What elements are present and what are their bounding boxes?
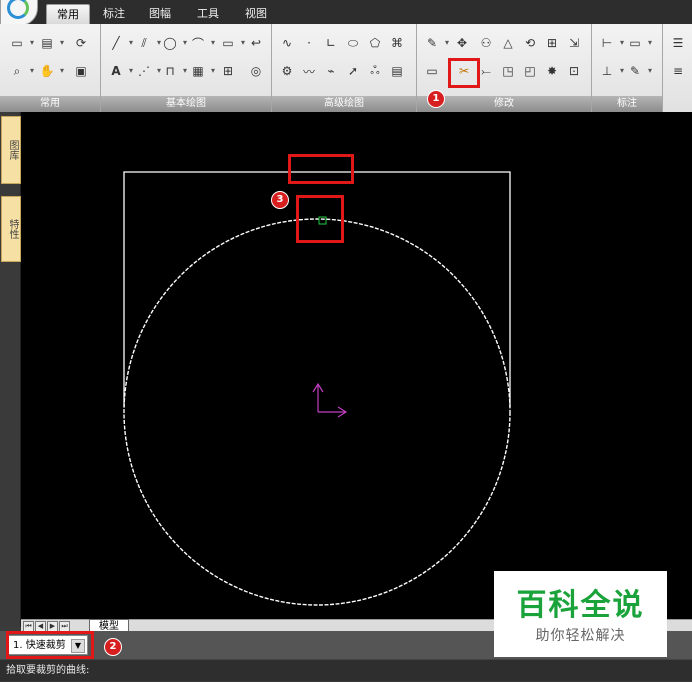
app-logo[interactable]: [0, 0, 38, 26]
block-icon[interactable]: ⊞: [219, 62, 237, 80]
new-file-icon[interactable]: ▭: [8, 34, 34, 52]
copy-icon[interactable]: ⚇: [477, 34, 495, 52]
dim-edit-icon[interactable]: ✎: [626, 62, 652, 80]
side-tab-properties[interactable]: 特性: [1, 196, 21, 262]
mirror-icon[interactable]: △: [499, 34, 517, 52]
fillet-icon[interactable]: ◳: [499, 62, 517, 80]
panel-basic-draw: ╱ ⫽ ◯ ⌒ ▭ ↩ A ⋰ ⊓ ▦ ⊞ ◎ 基本绘图: [101, 24, 272, 112]
logo-ring-icon: [7, 0, 29, 19]
watermark-title: 百科全说: [516, 588, 645, 623]
annotation-badge-2: 2: [104, 638, 122, 656]
refresh-icon[interactable]: ⟳: [72, 34, 90, 52]
chamfer-icon[interactable]: ◰: [521, 62, 539, 80]
scale-icon[interactable]: ⇲: [565, 34, 583, 52]
explode-icon[interactable]: ✸: [543, 62, 561, 80]
bolt-icon[interactable]: ⌘: [388, 34, 406, 52]
open-file-icon[interactable]: ▤: [38, 34, 64, 52]
ellipse-icon[interactable]: ◎: [247, 62, 265, 80]
hatch-icon[interactable]: ▦: [189, 62, 215, 80]
stretch-icon[interactable]: ⊡: [565, 62, 583, 80]
arc-icon[interactable]: ⌒: [189, 34, 215, 52]
edit-icon[interactable]: ▭: [423, 62, 441, 80]
annotation-badge-3: 3: [271, 191, 289, 209]
spline-icon[interactable]: ∿: [278, 34, 296, 52]
circle-outline[interactable]: [123, 218, 511, 606]
arrow-icon[interactable]: ➚: [344, 62, 362, 80]
dimension-icon[interactable]: ⊢: [598, 34, 624, 52]
tab-view[interactable]: 视图: [240, 4, 272, 24]
panel-label-basic-draw: 基本绘图: [101, 96, 271, 112]
line-icon[interactable]: ╱: [107, 34, 133, 52]
panel-common: ▭ ▤ ⟳ ⌕ ✋ ▣ 常用: [0, 24, 101, 112]
pan-icon[interactable]: ✋: [38, 62, 64, 80]
break-line-icon[interactable]: ⌁: [322, 62, 340, 80]
linetype-icon[interactable]: ≡: [669, 62, 687, 80]
point-icon[interactable]: ·: [300, 34, 318, 52]
text-icon[interactable]: A: [107, 62, 133, 80]
equidistant-icon[interactable]: ⊓: [161, 62, 187, 80]
panel-properties: ☰ ≡: [663, 24, 692, 112]
move-icon[interactable]: ✥: [453, 34, 471, 52]
oval-hole-icon[interactable]: ⬭: [344, 34, 362, 52]
zoom-icon[interactable]: ⌕: [8, 62, 34, 80]
array-icon[interactable]: ⊞: [543, 34, 561, 52]
status-bar: 拾取要裁剪的曲线:: [0, 659, 692, 681]
side-tab-library[interactable]: 图库: [1, 116, 21, 184]
panel-advanced-draw: ∿ · ∟ ⬭ ⬠ ⌘ ⚙ 〰 ⌁ ➚ ஃ ▤ 高级绘图: [272, 24, 417, 112]
tab-common[interactable]: 常用: [46, 4, 90, 25]
corner-icon[interactable]: ∟: [322, 34, 340, 52]
panel-dimension: ⊢ ▭ ⊥ ✎ 标注: [592, 24, 663, 112]
parallel-line-icon[interactable]: ⫽: [135, 34, 161, 52]
highlight-trim-tool: [448, 58, 480, 88]
watermark: 百科全说 助你轻松解决: [494, 571, 667, 657]
highlight-command-option: [6, 631, 94, 659]
spring-icon[interactable]: ஃ: [366, 62, 384, 80]
drawing-svg: [123, 171, 511, 606]
wave-line-icon[interactable]: 〰: [300, 62, 318, 80]
dim-style-icon[interactable]: ▭: [626, 34, 652, 52]
ucs-axis-icon: [312, 382, 348, 418]
layer-icon[interactable]: ☰: [669, 34, 687, 52]
coordinate-dim-icon[interactable]: ⊥: [598, 62, 624, 80]
rotate-icon[interactable]: ⟲: [521, 34, 539, 52]
annotation-badge-1: 1: [427, 90, 445, 108]
panel-label-advanced-draw: 高级绘图: [272, 96, 416, 112]
watermark-subtitle: 助你轻松解决: [535, 628, 626, 644]
rectangle-icon[interactable]: ▭: [219, 34, 245, 52]
panel-label-dimension: 标注: [592, 96, 662, 112]
status-prompt: 拾取要裁剪的曲线:: [6, 665, 90, 676]
centerline-icon[interactable]: ⋰: [135, 62, 161, 80]
polygon-icon[interactable]: ⬠: [366, 34, 384, 52]
tab-frame[interactable]: 图幅: [144, 4, 176, 24]
table-icon[interactable]: ▤: [388, 62, 406, 80]
drawing-canvas[interactable]: [21, 112, 692, 619]
circle-icon[interactable]: ◯: [161, 34, 187, 52]
highlight-pick-point: [296, 195, 344, 243]
menu-bar: 常用 标注 图幅 工具 视图: [0, 0, 692, 26]
polyline-icon[interactable]: ↩: [247, 34, 265, 52]
gear-icon[interactable]: ⚙: [278, 62, 296, 80]
ribbon: ▭ ▤ ⟳ ⌕ ✋ ▣ 常用 ╱ ⫽ ◯ ⌒ ▭ ↩ A ⋰ ⊓ ▦ ⊞ ◎ 基…: [0, 24, 692, 113]
tab-tools[interactable]: 工具: [192, 4, 224, 24]
panel-label-common: 常用: [0, 96, 100, 112]
delete-icon[interactable]: ✎: [423, 34, 449, 52]
highlight-top-edge: [288, 154, 354, 184]
tab-annotate[interactable]: 标注: [98, 4, 130, 24]
display-icon[interactable]: ▣: [72, 62, 90, 80]
left-sidebar: 图库 特性: [0, 112, 21, 627]
